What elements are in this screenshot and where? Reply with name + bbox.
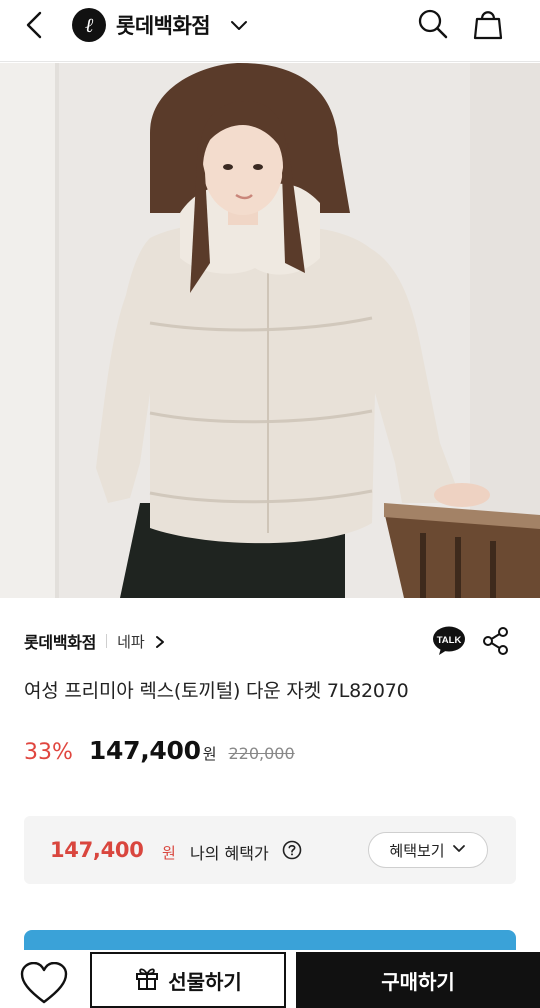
benefit-label: 나의 혜택가 — [190, 844, 269, 863]
talk-label: TALK — [437, 635, 462, 646]
question-circle-icon[interactable] — [282, 840, 302, 860]
price-row: 33% 147,400 원 220,000 — [24, 736, 295, 770]
buy-button[interactable]: 구매하기 — [296, 952, 540, 1008]
back-arrow-icon[interactable] — [18, 8, 52, 42]
brand-name: 롯데백화점 — [116, 14, 211, 38]
benefit-panel: 147,400 원 나의 혜택가 혜택보기 — [24, 816, 516, 884]
heart-icon[interactable] — [18, 961, 70, 1006]
brand-logo: ℓ — [72, 8, 106, 42]
gift-label: 선물하기 — [168, 969, 242, 994]
buy-label: 구매하기 — [381, 969, 455, 994]
gift-button[interactable]: 선물하기 — [90, 952, 286, 1008]
chevron-down-icon[interactable] — [228, 14, 250, 36]
price-currency: 원 — [202, 745, 217, 763]
product-image[interactable]: 1 4 — [0, 63, 540, 598]
search-icon[interactable] — [414, 6, 450, 42]
discount-rate: 33% — [24, 740, 73, 765]
product-title: 여성 프리미아 렉스(토끼털) 다운 자켓 7L82070 — [24, 680, 409, 702]
view-benefits-button[interactable]: 혜택보기 — [368, 832, 488, 868]
sale-price: 147,400 — [88, 736, 201, 765]
original-price: 220,000 — [228, 744, 295, 763]
bottom-action-bar: 선물하기 구매하기 — [0, 950, 540, 1008]
share-icon[interactable] — [482, 626, 510, 656]
brand-selector[interactable]: ℓ 롯데백화점 — [72, 8, 250, 42]
shopping-bag-icon[interactable] — [470, 6, 506, 42]
chevron-down-icon — [451, 840, 467, 860]
promo-banner[interactable] — [24, 930, 516, 950]
brand-logo-letter: ℓ — [85, 13, 94, 37]
chevron-right-icon — [153, 634, 167, 648]
seller-name: 롯데백화점 — [24, 633, 97, 652]
top-header: ℓ 롯데백화점 — [0, 0, 540, 62]
seller-divider — [106, 634, 108, 648]
gift-icon — [134, 965, 160, 996]
kakao-talk-icon[interactable]: TALK — [432, 626, 466, 656]
seller-brand: 네파 — [117, 632, 145, 651]
benefit-currency: 원 — [162, 844, 176, 862]
benefit-price: 147,400 — [50, 838, 144, 862]
view-benefits-label: 혜택보기 — [389, 841, 445, 860]
